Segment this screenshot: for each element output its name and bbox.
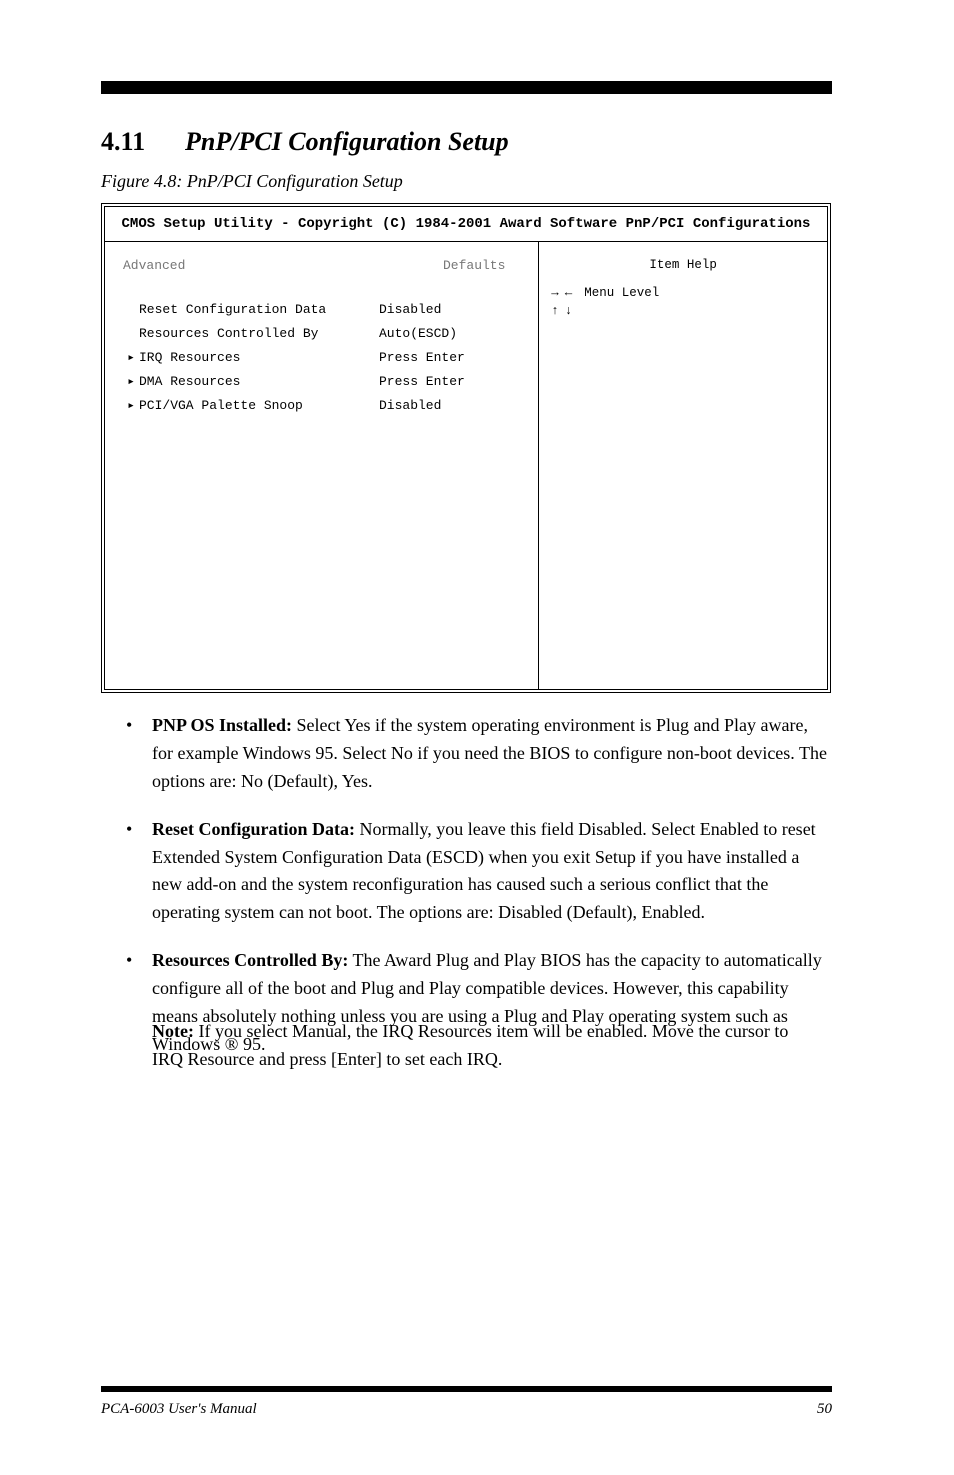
bios-title: CMOS Setup Utility - Copyright (C) 1984-… xyxy=(105,207,827,242)
menu-level-label: Menu Level xyxy=(584,284,659,302)
bios-column-headers: Advanced Defaults xyxy=(123,256,520,276)
item-label: IRQ Resources xyxy=(139,348,379,368)
bios-help-pane: Item Help → ← Menu Level ↑ ↓ xyxy=(538,242,827,690)
item-value: Auto(ESCD) xyxy=(379,324,457,344)
bios-setup-window: CMOS Setup Utility - Copyright (C) 1984-… xyxy=(101,203,831,693)
note-text: If you select Manual, the IRQ Resources … xyxy=(152,1021,788,1069)
item-value: Press Enter xyxy=(379,372,465,392)
section-number: 4.11 xyxy=(101,129,145,155)
bullet-label: PNP OS Installed: xyxy=(152,715,292,735)
note-block: Note: If you select Manual, the IRQ Reso… xyxy=(152,1018,812,1074)
submenu-icon: ▸ xyxy=(123,372,139,392)
bios-menu-list: Reset Configuration Data Disabled Resour… xyxy=(123,298,520,418)
submenu-icon: ▸ xyxy=(123,396,139,416)
col-header-1: Advanced xyxy=(123,256,343,276)
item-value: Press Enter xyxy=(379,348,465,368)
down-arrow-icon: ↓ xyxy=(565,302,573,320)
col-header-2: Defaults xyxy=(443,256,505,276)
bios-menu-item[interactable]: ▸ DMA Resources Press Enter xyxy=(123,370,520,394)
footer-rule xyxy=(101,1386,832,1392)
bullet-item: • Reset Configuration Data: Normally, yo… xyxy=(126,816,831,928)
note-label: Note: xyxy=(152,1021,194,1041)
bios-menu-item[interactable]: Resources Controlled By Auto(ESCD) xyxy=(123,322,520,346)
left-arrow-icon: ← xyxy=(565,284,573,302)
bios-menu-item[interactable]: ▸ IRQ Resources Press Enter xyxy=(123,346,520,370)
item-label: PCI/VGA Palette Snoop xyxy=(139,396,379,416)
item-value: Disabled xyxy=(379,396,441,416)
bios-menu-item[interactable]: Reset Configuration Data Disabled xyxy=(123,298,520,322)
section-title: PnP/PCI Configuration Setup xyxy=(185,129,509,155)
submenu-icon: ▸ xyxy=(123,348,139,368)
bullet-icon: • xyxy=(126,712,152,796)
up-arrow-icon: ↑ xyxy=(551,302,559,320)
page-number: 50 xyxy=(817,1402,832,1417)
bullet-label: Reset Configuration Data: xyxy=(152,819,355,839)
item-value: Disabled xyxy=(379,300,441,320)
page-footer: PCA-6003 User's Manual 50 xyxy=(101,1402,832,1417)
footer-left: PCA-6003 User's Manual xyxy=(101,1401,257,1417)
item-label: Reset Configuration Data xyxy=(139,300,379,320)
bios-menu-item[interactable]: ▸ PCI/VGA Palette Snoop Disabled xyxy=(123,394,520,418)
bios-left-pane: Advanced Defaults Reset Configuration Da… xyxy=(105,242,538,690)
header-rule xyxy=(101,81,832,94)
bullet-icon: • xyxy=(126,816,152,928)
bullet-icon: • xyxy=(126,947,152,1059)
bullet-label: Resources Controlled By: xyxy=(152,950,348,970)
bullet-item: • PNP OS Installed: Select Yes if the sy… xyxy=(126,712,831,796)
right-arrow-icon: → xyxy=(551,284,559,302)
item-label: DMA Resources xyxy=(139,372,379,392)
item-label: Resources Controlled By xyxy=(139,324,379,344)
figure-caption: Figure 4.8: PnP/PCI Configuration Setup xyxy=(101,172,403,190)
help-title: Item Help xyxy=(551,256,815,274)
